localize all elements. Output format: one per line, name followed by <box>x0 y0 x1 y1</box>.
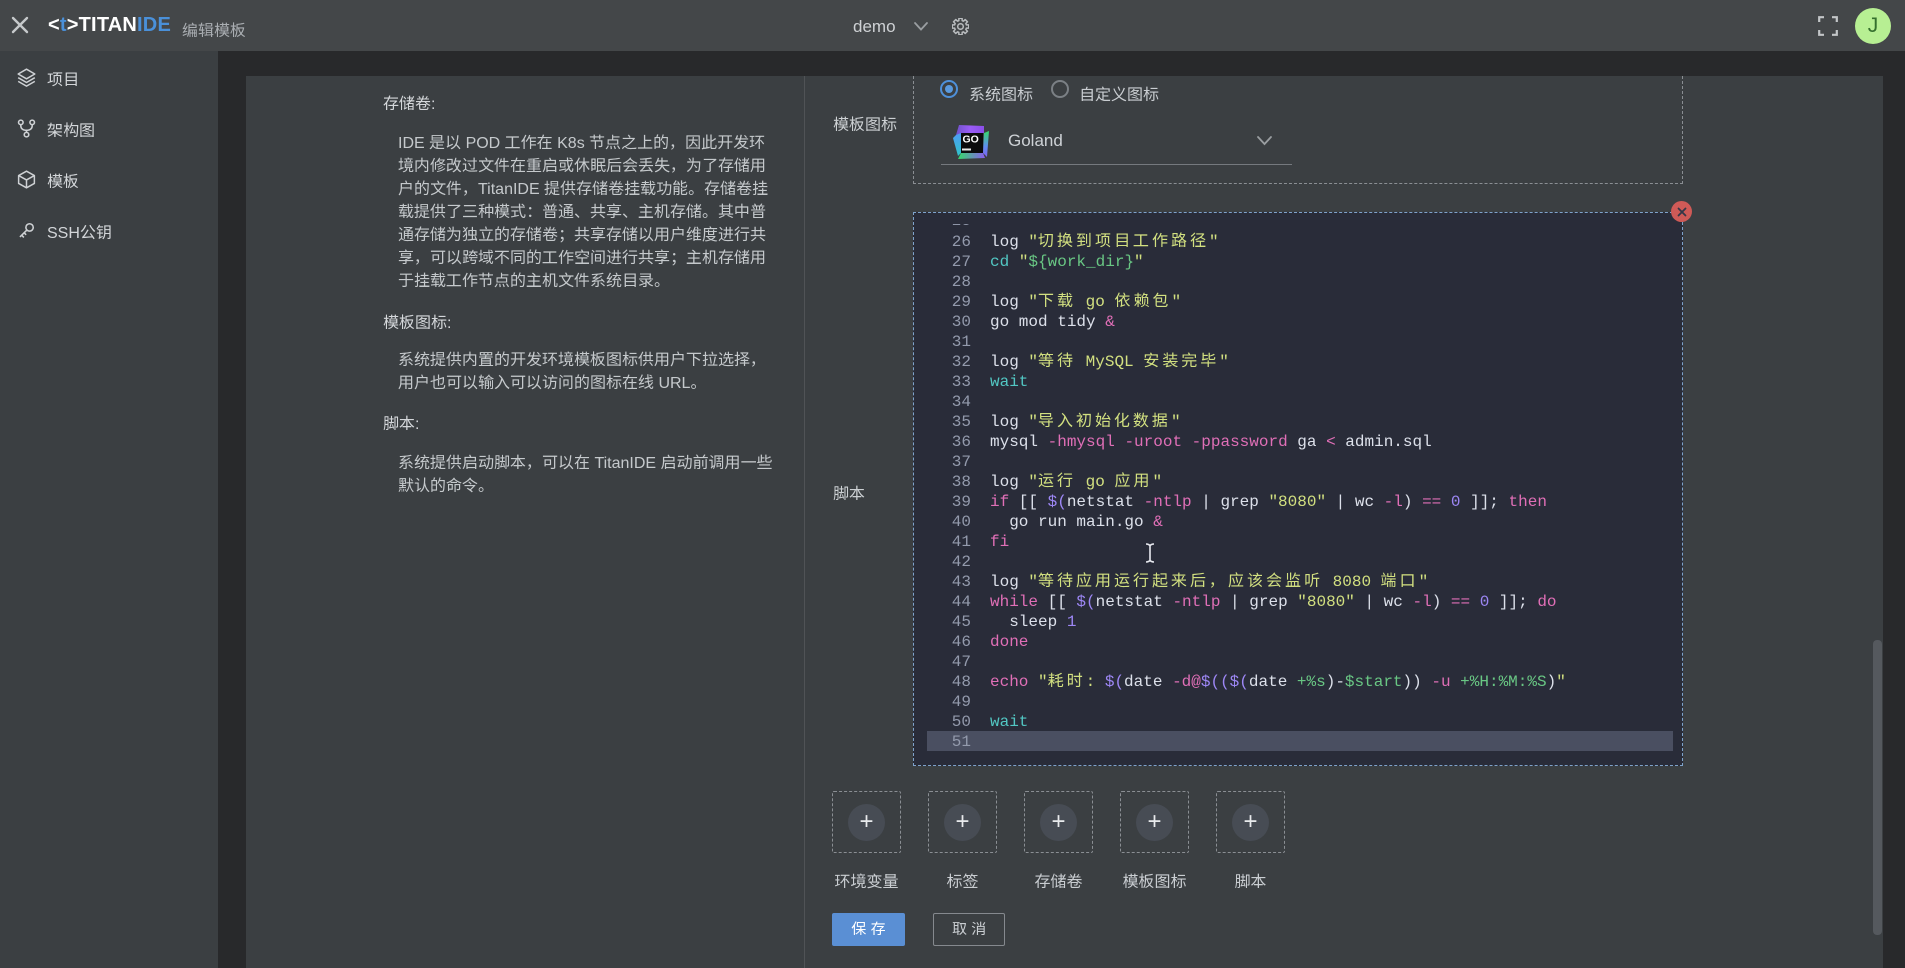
svg-text:GO: GO <box>963 134 979 146</box>
